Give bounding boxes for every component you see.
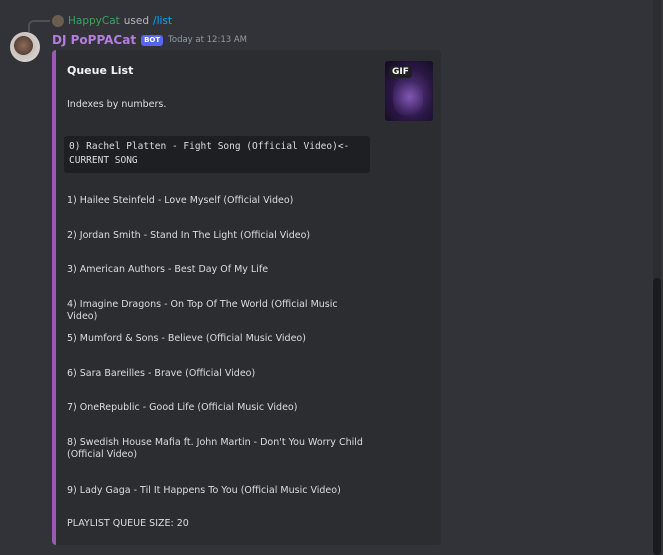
reply-used-text: used: [123, 15, 150, 27]
gif-badge: GIF: [389, 66, 412, 78]
current-song-codeblock: 0) Rachel Platten - Fight Song (Official…: [64, 136, 370, 173]
message-timestamp: Today at 12:13 AM: [168, 35, 247, 45]
queue-item: 9) Lady Gaga - Til It Happens To You (Of…: [67, 485, 341, 496]
queue-embed: Queue List Indexes by numbers. GIF 0) Ra…: [52, 50, 441, 545]
embed-thumbnail-gif[interactable]: GIF: [385, 61, 433, 121]
queue-item: 7) OneRepublic - Good Life (Official Mus…: [67, 402, 298, 413]
reply-user-avatar[interactable]: [52, 15, 64, 27]
queue-item: 4) Imagine Dragons - On Top Of The World…: [67, 299, 338, 322]
queue-item: 8) Swedish House Mafia ft. John Martin -…: [67, 437, 363, 460]
bot-badge: BOT: [141, 34, 164, 46]
queue-item: 6) Sara Bareilles - Brave (Official Vide…: [67, 368, 256, 379]
playlist-queue-size: PLAYLIST QUEUE SIZE: 20: [67, 518, 189, 529]
author-name[interactable]: DJ PoPPACat: [52, 33, 136, 47]
slash-command-link[interactable]: /list: [153, 15, 172, 27]
reply-user-name[interactable]: HappyCat: [68, 15, 120, 27]
message-header: DJ PoPPACat BOT Today at 12:13 AM: [52, 33, 247, 47]
queue-item: 5) Mumford & Sons - Believe (Official Mu…: [67, 333, 306, 344]
embed-description: Indexes by numbers.: [67, 99, 167, 110]
scrollbar-thumb[interactable]: [653, 278, 661, 555]
queue-item: 3) American Authors - Best Day Of My Lif…: [67, 264, 269, 275]
reply-connector: [28, 20, 50, 32]
queue-item: 1) Hailee Steinfeld - Love Myself (Offic…: [67, 195, 294, 206]
reply-context[interactable]: HappyCat used /list: [52, 14, 172, 28]
thumbnail-artwork: [393, 79, 423, 115]
author-avatar[interactable]: [10, 32, 40, 62]
queue-item: 2) Jordan Smith - Stand In The Light (Of…: [67, 230, 311, 241]
embed-title: Queue List: [67, 64, 134, 77]
